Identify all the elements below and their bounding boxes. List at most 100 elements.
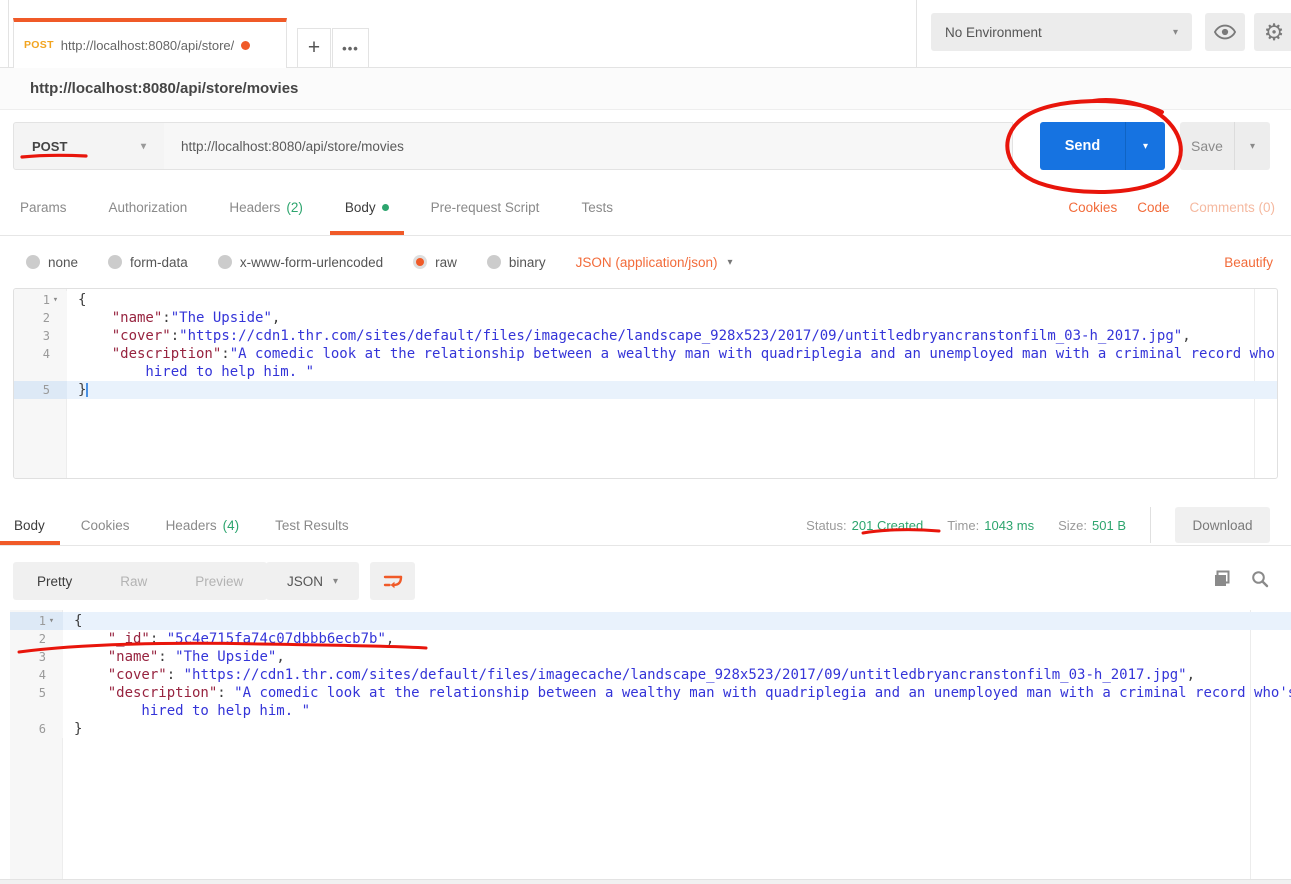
content-type-value: JSON (application/json) (576, 255, 718, 270)
sidebar-edge-divider (8, 0, 9, 68)
send-button[interactable]: Send (1040, 122, 1125, 170)
code-row[interactable]: 6} (10, 720, 1291, 738)
response-tab-headers[interactable]: Headers (4) (166, 505, 240, 545)
response-toolbar: Pretty Raw Preview JSON ▾ (0, 546, 1291, 610)
code-row[interactable]: 4 "description":"A comedic look at the r… (14, 345, 1277, 363)
code-row[interactable]: 2 "_id": "5c4e715fa74c07dbbb6ecb7b", (10, 630, 1291, 648)
save-options-button[interactable]: ▾ (1234, 122, 1270, 170)
plus-icon: + (308, 36, 320, 60)
radio-form-data[interactable]: form-data (108, 255, 188, 270)
download-button[interactable]: Download (1175, 507, 1270, 543)
send-options-button[interactable]: ▾ (1125, 122, 1165, 170)
view-raw[interactable]: Raw (96, 574, 171, 589)
request-tabs-bar: Params Authorization Headers (2) Body Pr… (0, 180, 1291, 236)
line-number: 3 (10, 648, 63, 666)
response-tab-cookies[interactable]: Cookies (81, 505, 130, 545)
settings-button[interactable]: ⚙ (1254, 13, 1291, 51)
fold-caret-icon[interactable]: ▾ (50, 291, 61, 309)
response-tab-test-results[interactable]: Test Results (275, 505, 349, 545)
tab-headers[interactable]: Headers (2) (229, 180, 303, 235)
line-number: 4 (10, 666, 63, 684)
beautify-link[interactable]: Beautify (1224, 255, 1291, 270)
request-tab[interactable]: POST http://localhost:8080/api/store/ (13, 18, 287, 68)
url-input[interactable] (164, 122, 1013, 170)
code-link[interactable]: Code (1137, 200, 1169, 215)
code-row[interactable]: 4 "cover": "https://cdn1.thr.com/sites/d… (10, 666, 1291, 684)
unsaved-dot (241, 41, 250, 50)
radio-selected-icon (413, 255, 427, 269)
headers-count-badge: (2) (286, 200, 303, 215)
copy-icon (1213, 570, 1231, 588)
code-text: "cover": "https://cdn1.thr.com/sites/def… (63, 666, 1291, 684)
code-row[interactable]: 5} (14, 381, 1277, 399)
view-pretty[interactable]: Pretty (13, 574, 96, 589)
tab-params[interactable]: Params (20, 180, 67, 235)
request-body-editor[interactable]: 1▾{2 "name":"The Upside",3 "cover":"http… (13, 288, 1278, 479)
response-tabs-bar: Body Cookies Headers (4) Test Results St… (0, 505, 1291, 546)
line-number: 2 (10, 630, 63, 648)
code-text: "cover":"https://cdn1.thr.com/sites/defa… (67, 327, 1277, 345)
radio-binary[interactable]: binary (487, 255, 546, 270)
line-number (10, 702, 63, 720)
tab-tests[interactable]: Tests (581, 180, 613, 235)
size-value: 501 B (1092, 518, 1126, 533)
postman-window: POST http://localhost:8080/api/store/ + … (0, 0, 1291, 884)
radio-icon (108, 255, 122, 269)
tabs-menu-button[interactable]: ••• (332, 28, 369, 68)
method-selector[interactable]: POST ▾ (13, 122, 165, 170)
code-row[interactable]: hired to help him. " (14, 363, 1277, 381)
code-row[interactable]: 3 "name": "The Upside", (10, 648, 1291, 666)
radio-x-www-form-urlencoded[interactable]: x-www-form-urlencoded (218, 255, 383, 270)
content-type-selector[interactable]: JSON (application/json) ▾ (576, 255, 733, 270)
tab-pre-request-script[interactable]: Pre-request Script (431, 180, 540, 235)
eye-icon (1214, 24, 1236, 40)
save-button[interactable]: Save (1180, 122, 1234, 170)
line-number (14, 363, 67, 381)
new-tab-button[interactable]: + (297, 28, 331, 68)
body-type-bar: none form-data x-www-form-urlencoded raw… (0, 236, 1291, 288)
radio-none[interactable]: none (26, 255, 78, 270)
radio-icon (218, 255, 232, 269)
tab-body[interactable]: Body (345, 180, 389, 235)
code-row[interactable]: hired to help him. " (10, 702, 1291, 720)
code-text: { (63, 612, 1291, 630)
code-row[interactable]: 5 "description": "A comedic look at the … (10, 684, 1291, 702)
radio-raw[interactable]: raw (413, 255, 457, 270)
code-row[interactable]: 3 "cover":"https://cdn1.thr.com/sites/de… (14, 327, 1277, 345)
view-preview[interactable]: Preview (171, 574, 267, 589)
wrap-lines-button[interactable] (370, 562, 415, 600)
code-row[interactable]: 1▾{ (14, 291, 1277, 309)
code-row[interactable]: 1▾{ (10, 612, 1291, 630)
text-cursor (86, 383, 88, 397)
response-format-selector[interactable]: JSON ▾ (266, 562, 359, 600)
cookies-link[interactable]: Cookies (1068, 200, 1117, 215)
chevron-down-icon: ▾ (1173, 27, 1178, 38)
environment-quick-look-button[interactable] (1205, 13, 1245, 51)
code-row[interactable]: 2 "name":"The Upside", (14, 309, 1277, 327)
response-tab-body[interactable]: Body (14, 505, 45, 545)
environment-selector[interactable]: No Environment ▾ (931, 13, 1192, 51)
bottom-edge (0, 879, 1291, 884)
request-title: http://localhost:8080/api/store/movies (30, 80, 298, 97)
search-response-button[interactable] (1251, 570, 1269, 593)
size-stat: Size:501 B (1058, 518, 1126, 533)
chevron-down-icon: ▾ (333, 576, 338, 587)
request-title-row: http://localhost:8080/api/store/movies (0, 68, 1291, 110)
time-stat: Time:1043 ms (947, 518, 1034, 533)
line-number: 5 (10, 684, 63, 702)
response-stats: Status:201 Created Time:1043 ms Size:501… (806, 505, 1291, 545)
request-links: Cookies Code Comments (0) (1068, 180, 1291, 235)
environment-selector-value: No Environment (945, 25, 1042, 40)
line-number: 1▾ (10, 612, 63, 630)
line-number: 3 (14, 327, 67, 345)
response-body-editor[interactable]: 1▾{2 "_id": "5c4e715fa74c07dbbb6ecb7b",3… (10, 610, 1291, 879)
code-text: "name":"The Upside", (67, 309, 1277, 327)
time-value: 1043 ms (984, 518, 1034, 533)
comments-link[interactable]: Comments (0) (1189, 200, 1275, 215)
code-text: "description":"A comedic look at the rel… (67, 345, 1278, 363)
code-text: hired to help him. " (63, 702, 1291, 720)
copy-response-button[interactable] (1213, 570, 1231, 593)
tab-authorization[interactable]: Authorization (109, 180, 188, 235)
radio-icon (487, 255, 501, 269)
fold-caret-icon[interactable]: ▾ (46, 612, 57, 630)
